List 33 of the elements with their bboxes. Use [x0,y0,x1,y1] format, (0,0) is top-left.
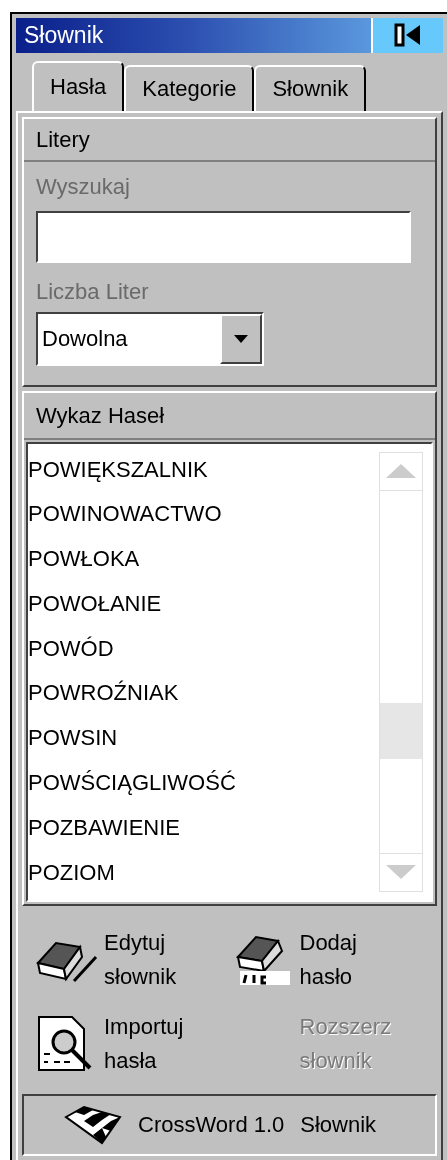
tab[interactable]: Hasła [32,60,125,111]
section-title: Litery [24,118,435,162]
entry-item[interactable]: POWSIN [28,720,379,766]
action-button[interactable]: Dodaj hasło [229,925,425,994]
scroll-thumb[interactable] [380,702,422,759]
entry-item[interactable]: POWÓD [28,630,379,676]
tab[interactable]: Słownik [254,64,367,111]
collapse-icon [394,23,422,48]
footer-label: Słownik [300,1111,377,1139]
entry-item[interactable]: POWOŁANIE [28,585,379,631]
product-name: CrossWord 1.0 [138,1111,285,1139]
entry-item[interactable]: POZBAWIENIE [28,809,379,855]
dropdown-arrow-button[interactable] [220,313,262,364]
search-field[interactable] [36,210,411,263]
action-button[interactable]: Importuj hasła [34,1009,230,1078]
caret-icon [234,334,248,343]
entry-item[interactable]: POWIĘKSZALNIK [28,451,379,497]
window-title: Słownik [23,21,105,50]
action-button[interactable]: Edytuj słownik [34,925,230,994]
section-title: Wykaz Haseł [24,392,435,440]
entry-item[interactable]: POWROŹNIAK [28,675,379,721]
field-label: Wyszukaj [36,172,131,201]
entry-item[interactable]: POZIOM [28,854,379,900]
collapse-button[interactable] [371,18,443,53]
scrollbar[interactable] [379,451,423,892]
entry-item[interactable]: POWŚCIĄGLIWOŚĆ [28,765,379,810]
down-arrow-icon [386,865,416,879]
field-label: Liczba Liter [36,277,150,306]
entry-item[interactable]: POWŁOKA [28,541,379,586]
tab[interactable]: Kategorie [124,64,255,111]
length-dropdown[interactable]: Dowolna [36,311,264,366]
entry-item[interactable]: POWINOWACTWO [28,496,379,542]
up-arrow-icon [386,464,416,478]
